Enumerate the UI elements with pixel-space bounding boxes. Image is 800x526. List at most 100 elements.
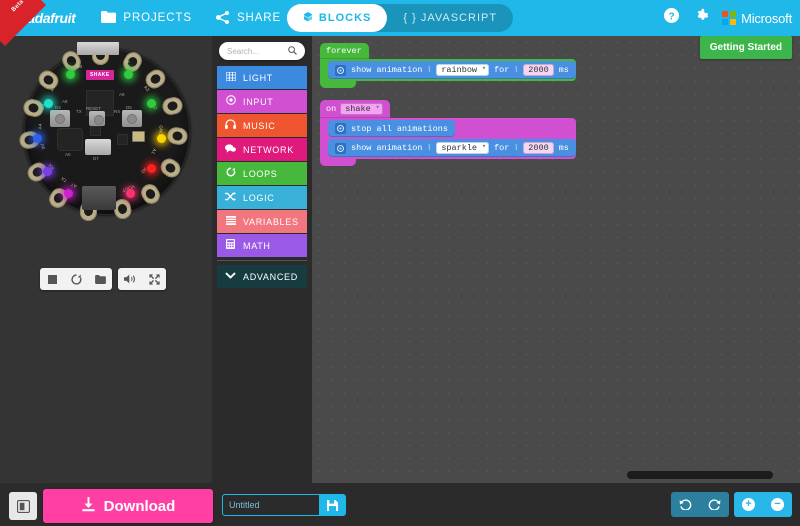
gear-icon xyxy=(694,8,709,28)
scrollbar-thumb[interactable] xyxy=(627,471,773,479)
block-notch-icon: ⌇ xyxy=(427,66,432,75)
toolbox-category-logic[interactable]: LOGIC xyxy=(217,186,307,209)
forever-body: show animation ⌇ rainbow for ⌇ 2000 ms xyxy=(320,59,576,81)
on-label: on xyxy=(326,104,337,114)
on-shake-hat-block[interactable]: on shake xyxy=(320,100,390,118)
duration-input[interactable]: 2000 xyxy=(523,64,554,76)
toolbox-category-label: NETWORK xyxy=(243,144,294,155)
show-animation-block[interactable]: show animation ⌇ rainbow for ⌇ 2000 ms xyxy=(328,61,576,79)
tab-blocks[interactable]: BLOCKS xyxy=(286,4,388,32)
redo-button[interactable] xyxy=(700,492,729,517)
toolbox-category-input[interactable]: INPUT xyxy=(217,90,307,113)
sensor-chip xyxy=(117,134,128,145)
collapse-simulator-button[interactable] xyxy=(9,492,37,520)
toolbox-category-math[interactable]: MATH xyxy=(217,234,307,257)
toolbox-category-label: LIGHT xyxy=(243,72,274,83)
download-button[interactable]: Download xyxy=(43,489,213,523)
undo-button[interactable] xyxy=(671,492,700,517)
label-d4: D4 xyxy=(55,105,61,110)
simulator-panel: GND A6 A5 A4 3V RX TX A7 GND VOUT A0 A1 … xyxy=(0,36,212,483)
show-animation-block[interactable]: show animation ⌇ sparkle for ⌇ 2000 ms xyxy=(328,139,576,157)
workspace-horizontal-scrollbar[interactable] xyxy=(322,471,777,479)
makecode-editor: Beta ★ adafruit PROJECTS SHARE BLOCKS {… xyxy=(0,0,800,526)
search-input[interactable] xyxy=(227,46,288,56)
folder-icon xyxy=(101,11,117,25)
brand-name: adafruit xyxy=(27,10,76,26)
toolbox-category-label: LOOPS xyxy=(243,168,278,179)
animation-dropdown[interactable]: sparkle xyxy=(436,142,490,154)
project-name-input[interactable] xyxy=(223,495,319,515)
label-a0: A0 xyxy=(65,152,71,157)
toolbox-category-loops[interactable]: LOOPS xyxy=(217,162,307,185)
accelerometer xyxy=(90,126,101,136)
adafruit-logo[interactable]: ★ adafruit xyxy=(10,7,76,27)
toolbox-search[interactable] xyxy=(219,42,305,60)
toolbox-category-music[interactable]: MUSIC xyxy=(217,114,307,137)
duration-input[interactable]: 2000 xyxy=(523,142,554,154)
zoom-out-glyph: − xyxy=(771,498,784,511)
share-button[interactable]: SHARE xyxy=(204,0,293,36)
animation-dropdown[interactable]: rainbow xyxy=(436,64,490,76)
forever-foot xyxy=(320,81,356,88)
shake-badge[interactable]: SHAKE xyxy=(86,70,114,80)
blocks-workspace[interactable]: Getting Started forever show animation ⌇… xyxy=(312,36,800,483)
restart-button[interactable] xyxy=(64,268,88,290)
circuit-playground-board[interactable]: GND A6 A5 A4 3V RX TX A7 GND VOUT A0 A1 … xyxy=(14,42,200,242)
headphones-icon xyxy=(225,119,236,132)
grid-icon xyxy=(225,71,236,84)
simulator-controls xyxy=(40,268,166,290)
stop-button[interactable] xyxy=(40,268,64,290)
fullscreen-button[interactable] xyxy=(142,268,166,290)
shuffle-icon xyxy=(225,191,236,204)
help-circle-icon: ? xyxy=(663,8,679,28)
target-icon xyxy=(225,95,236,108)
neopixel-led xyxy=(126,189,135,198)
reset-button[interactable] xyxy=(89,111,105,126)
toolbox-panel: LIGHT INPUT MUSIC NETWORK LOOPS xyxy=(212,36,312,483)
slide-switch[interactable] xyxy=(85,139,111,155)
pad-label: A4 xyxy=(37,123,43,130)
on-shake-body: stop all animations show animation ⌇ spa… xyxy=(320,118,576,159)
light-icon xyxy=(335,123,346,134)
footer-right-controls: + − xyxy=(671,492,792,517)
stop-all-animations-block[interactable]: stop all animations xyxy=(328,120,455,137)
block-text-before: show animation xyxy=(351,65,423,75)
undo-redo-group xyxy=(671,492,729,517)
getting-started-button[interactable]: Getting Started xyxy=(699,36,792,59)
block-text-mid: for xyxy=(494,65,510,75)
zoom-in-button[interactable]: + xyxy=(734,492,763,517)
button-b[interactable] xyxy=(122,110,142,127)
save-project-button[interactable] xyxy=(319,495,345,515)
block-stack-on-shake[interactable]: on shake stop all animations show animat… xyxy=(320,98,576,166)
calculator-icon xyxy=(225,239,236,252)
project-name-field[interactable] xyxy=(222,494,346,516)
toolbox-category-label: MUSIC xyxy=(243,120,276,131)
gesture-dropdown[interactable]: shake xyxy=(340,103,383,115)
mute-button[interactable] xyxy=(118,268,142,290)
pad-label: A9 xyxy=(124,59,130,64)
debug-button[interactable] xyxy=(88,268,112,290)
toolbox-category-network[interactable]: NETWORK xyxy=(217,138,307,161)
microsoft-logo[interactable]: Microsoft xyxy=(722,11,792,26)
block-stack-forever[interactable]: forever show animation ⌇ rainbow for ⌇ 2… xyxy=(320,40,576,88)
settings-button[interactable] xyxy=(686,0,716,36)
label-tx: TX xyxy=(76,109,82,114)
star-icon: ★ xyxy=(10,7,26,27)
microsoft-label: Microsoft xyxy=(741,10,792,26)
toolbox-category-variables[interactable]: VARIABLES xyxy=(217,210,307,233)
block-text-before: stop all animations xyxy=(351,123,448,134)
tab-javascript[interactable]: { } JAVASCRIPT xyxy=(387,4,513,32)
block-text-after: ms xyxy=(558,65,569,75)
toolbox-category-label: INPUT xyxy=(243,96,274,107)
help-button[interactable]: ? xyxy=(656,0,686,36)
neopixel-led xyxy=(43,167,52,176)
projects-button[interactable]: PROJECTS xyxy=(89,0,204,36)
zoom-out-button[interactable]: − xyxy=(763,492,792,517)
forever-hat-block[interactable]: forever xyxy=(320,43,369,59)
label-d7: D7 xyxy=(93,156,99,161)
toolbox-category-light[interactable]: LIGHT xyxy=(217,66,307,89)
neopixel-led xyxy=(147,99,156,108)
app-footer: Download + − xyxy=(0,483,800,526)
toolbox-category-advanced[interactable]: ADVANCED xyxy=(217,265,307,288)
button-a[interactable] xyxy=(50,110,70,127)
